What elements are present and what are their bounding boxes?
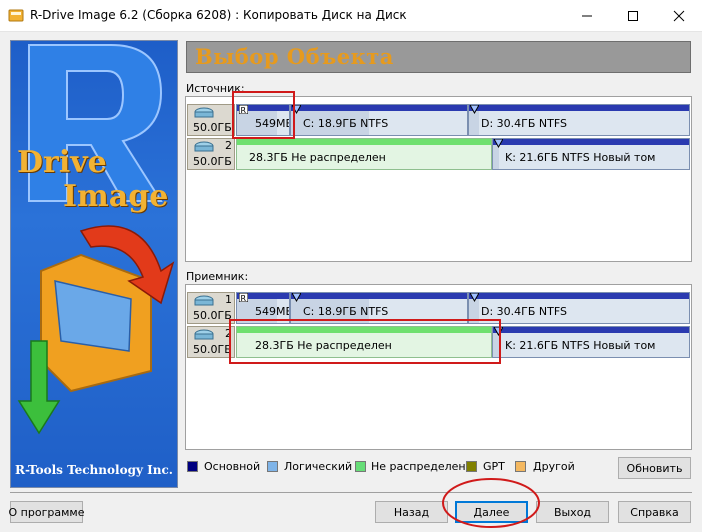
highlight-target-unallocated [229,319,501,364]
app-icon [8,7,24,23]
hard-disk-icon [194,141,214,152]
title-bar: R-Drive Image 6.2 (Сборка 6208) : Копиро… [0,0,702,32]
exit-button[interactable]: Выход [536,501,609,523]
disk-size: 50.0ГБ [193,343,232,356]
hard-disk-icon [194,107,214,118]
close-button[interactable] [656,0,702,31]
help-button[interactable]: Справка [618,501,691,523]
target-disk-1[interactable]: 1 50.0ГБ [187,292,235,324]
target-partition-d[interactable]: D: 30.4ГБ NTFS [468,292,690,324]
partition-flag-icon [494,139,503,148]
refresh-button[interactable]: Обновить [618,457,691,479]
disk-size: 50.0ГБ [193,155,232,168]
legend-swatch-logical [267,461,278,472]
legend-swatch-gpt [466,461,477,472]
legend-primary: Основной [204,460,261,473]
company-name: R-Tools Technology Inc. [15,463,173,477]
legend-swatch-unallocated [355,461,366,472]
hard-disk-icon [194,329,214,340]
legend-swatch-other [515,461,526,472]
disk-number: 1 [225,293,232,306]
legend-swatch-primary [187,461,198,472]
highlight-source-partition [232,91,295,139]
target-disk-2[interactable]: 2 50.0ГБ [187,326,235,358]
minimize-icon [582,15,592,16]
target-partition-k[interactable]: K: 21.6ГБ NTFS Новый том [492,326,690,358]
r-drive-logo-icon [17,44,175,435]
divider [10,492,692,493]
partition-flag-icon [292,293,301,302]
close-icon [673,10,685,21]
svg-text:R: R [241,294,247,302]
page-title: Выбор Объекта [195,44,394,69]
system-flag-icon: R [239,293,248,302]
maximize-icon [628,10,638,21]
legend-gpt: GPT [483,460,505,473]
legend-unallocated: Не распределен [371,460,466,473]
minimize-button[interactable] [564,0,610,31]
source-disk-2[interactable]: 2 50.0ГБ [187,138,235,170]
hard-disk-icon [194,295,214,306]
legend-other: Другой [533,460,575,473]
logo-text-drive: Drive [17,145,107,180]
legend-logical: Логический [284,460,353,473]
partition-flag-icon [470,293,479,302]
logo-text-image: Image [63,179,169,214]
source-partition-k[interactable]: K: 21.6ГБ NTFS Новый том [492,138,690,170]
source-disk-1[interactable]: 50.0ГБ [187,104,235,136]
target-label: Приемник: [186,270,249,283]
disk-number: 2 [225,139,232,152]
maximize-button[interactable] [610,0,656,31]
disk-size: 50.0ГБ [193,309,232,322]
window-title: R-Drive Image 6.2 (Сборка 6208) : Копиро… [30,8,407,22]
source-partition-c[interactable]: C: 18.9ГБ NTFS [290,104,468,136]
page-header: Выбор Объекта [186,41,691,73]
about-button[interactable]: О программе [9,501,84,523]
target-panel: 1 50.0ГБ R 549МБ C: 18.9ГБ NTFS D: 30.4Г… [185,284,692,450]
disk-size: 50.0ГБ [193,121,232,134]
partition-flag-icon [470,105,479,114]
back-button[interactable]: Назад [375,501,448,523]
product-banner: Drive Image R-Tools Technology Inc. [10,40,178,488]
source-partition-d[interactable]: D: 30.4ГБ NTFS [468,104,690,136]
source-unallocated[interactable]: 28.3ГБ Не распределен [236,138,492,170]
highlight-next-ellipse [442,478,540,528]
